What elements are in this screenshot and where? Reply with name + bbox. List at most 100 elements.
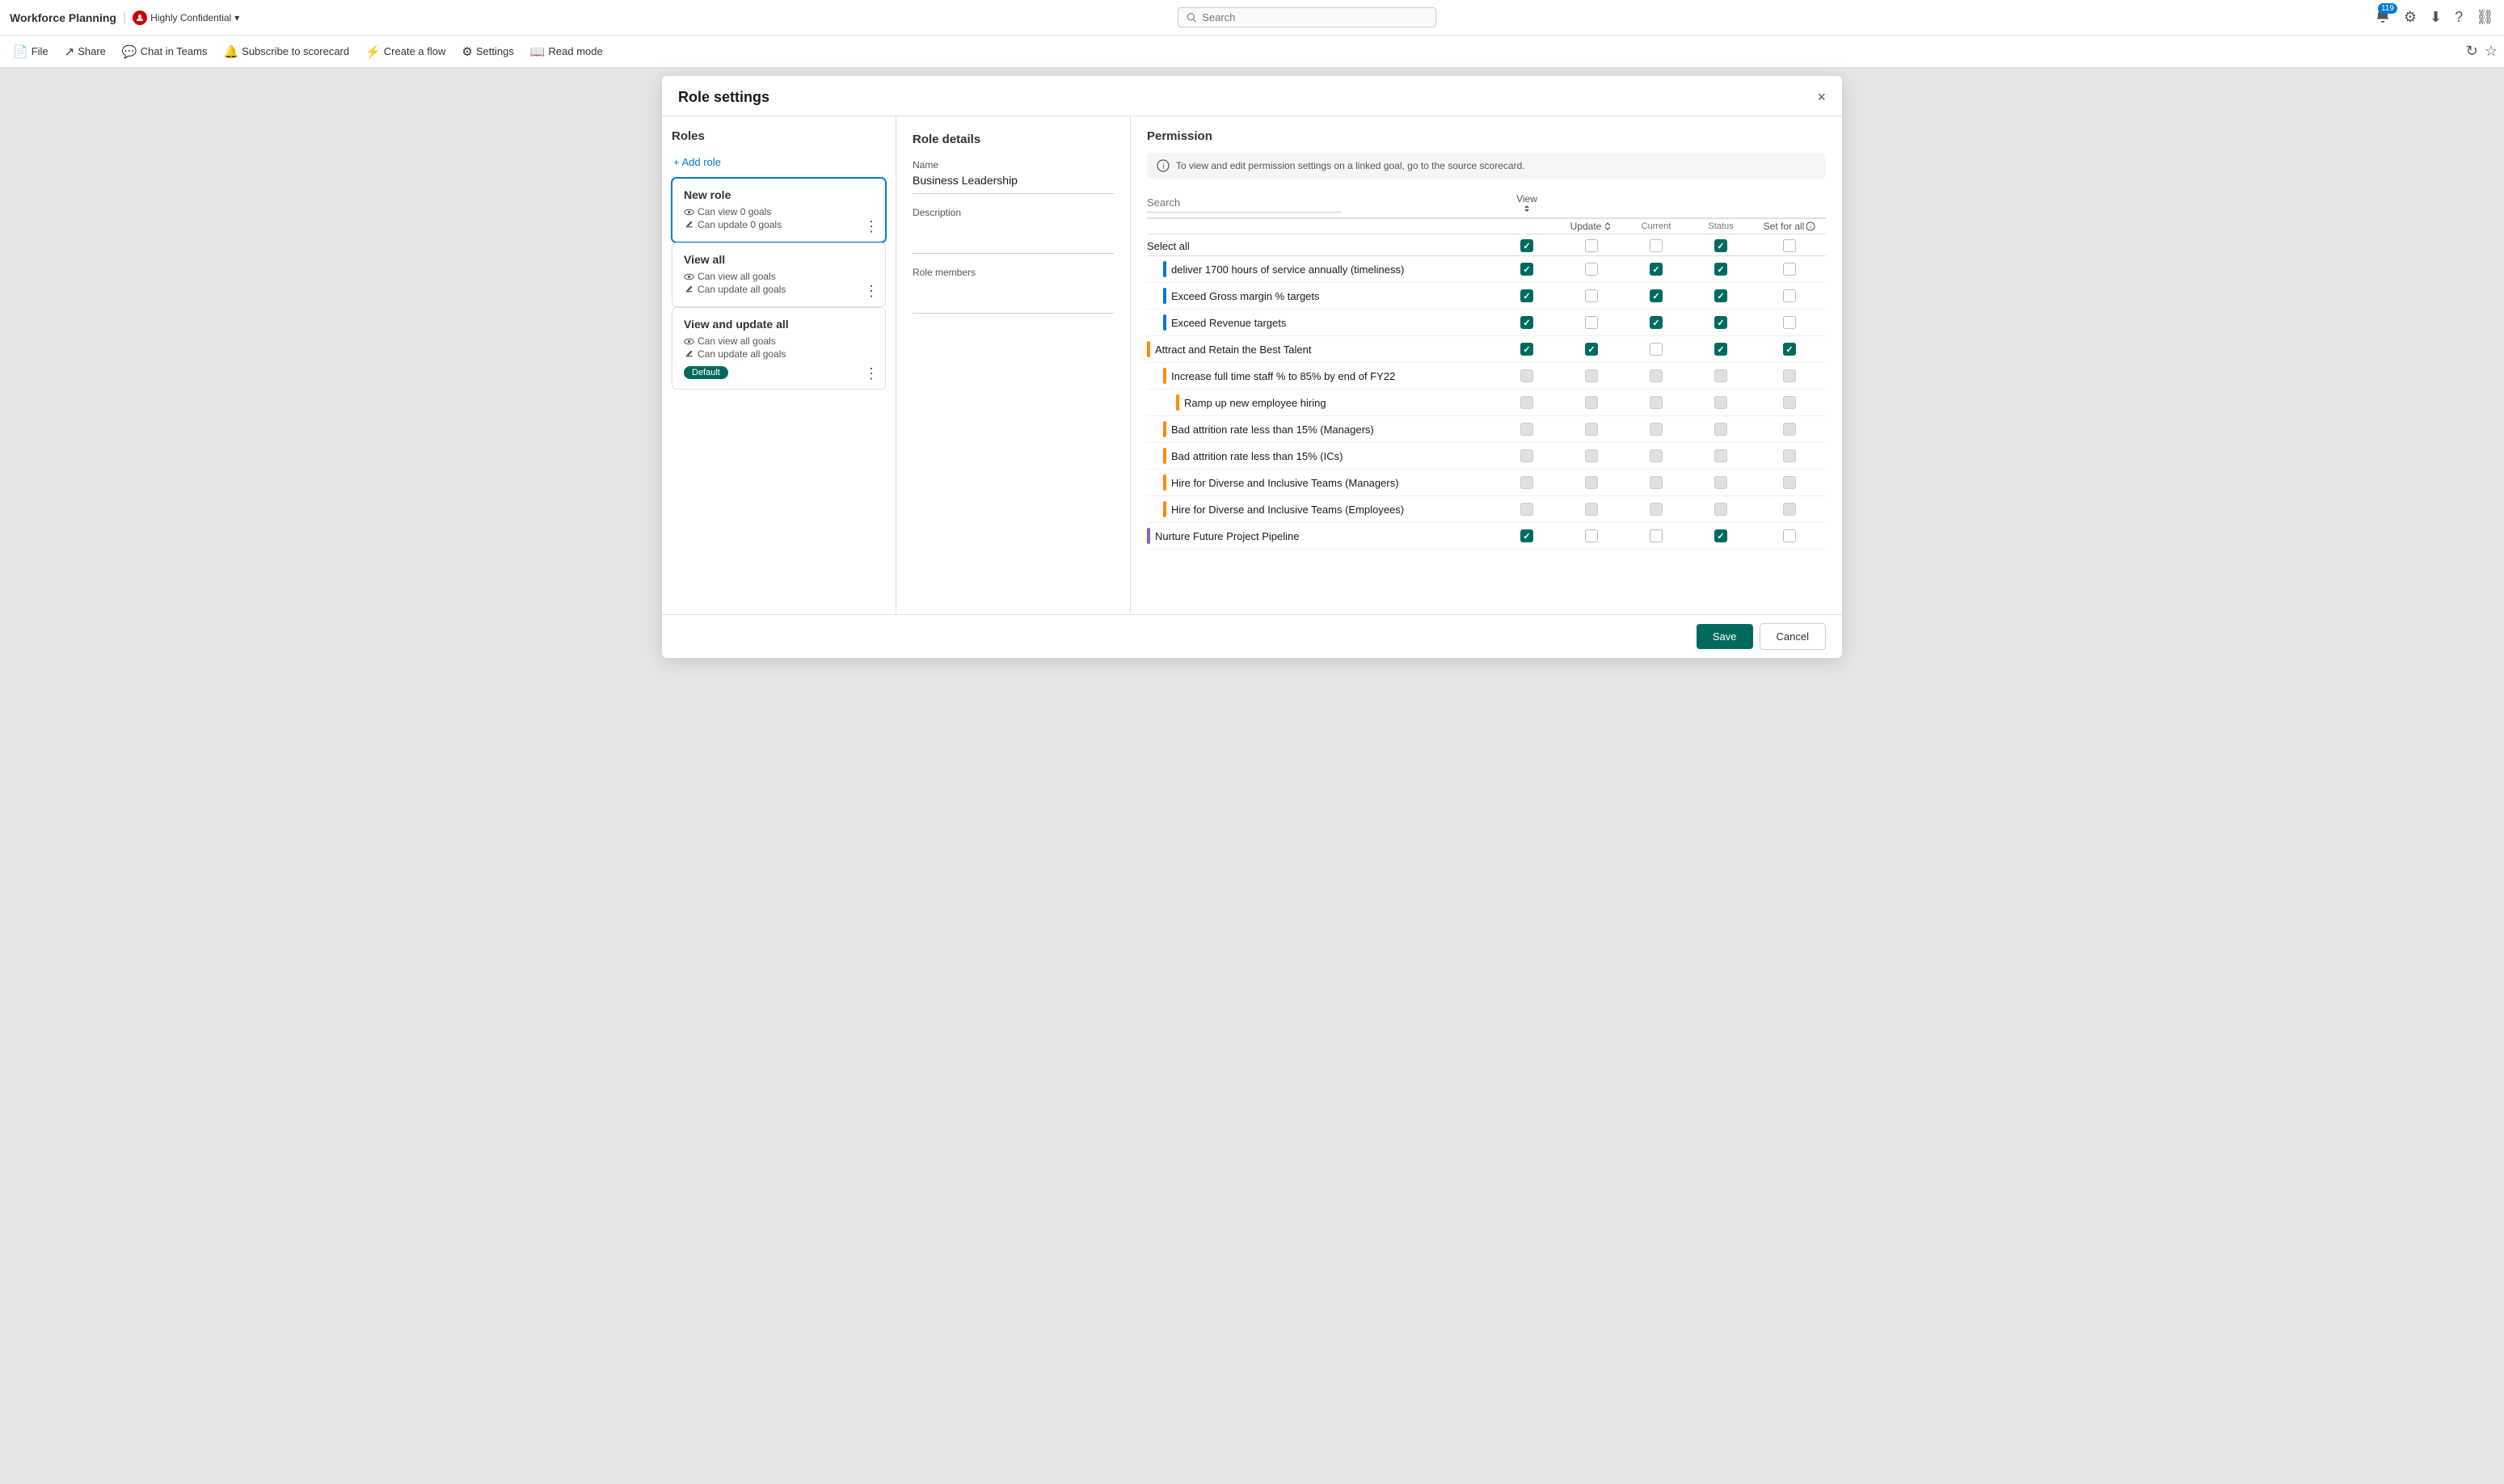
description-value[interactable] [913, 221, 1114, 254]
edit-icon [684, 285, 694, 295]
view-checkbox[interactable] [1520, 263, 1533, 276]
notes-cell[interactable] [1688, 343, 1753, 356]
search-bar[interactable] [1178, 7, 1436, 27]
search-input[interactable] [1202, 11, 1427, 23]
notes-checkbox[interactable] [1714, 289, 1727, 302]
share-network-icon[interactable]: ⛓ [2476, 9, 2494, 26]
cancel-button[interactable]: Cancel [1760, 623, 1826, 650]
file-button[interactable]: 📄 File [6, 41, 55, 62]
select-all-notes-checkbox[interactable] [1714, 239, 1727, 252]
current-checkbox[interactable] [1585, 343, 1598, 356]
save-button[interactable]: Save [1697, 624, 1753, 649]
view-checkbox[interactable] [1520, 343, 1533, 356]
set-all-checkbox[interactable] [1783, 263, 1796, 276]
goal-row: Ramp up new employee hiring [1147, 390, 1826, 416]
notes-cell[interactable] [1688, 316, 1753, 329]
set-all-cell[interactable] [1753, 529, 1826, 542]
role-card-new_role[interactable]: New role Can view 0 goals Can update 0 g… [672, 178, 886, 242]
role-more-button[interactable]: ⋮ [864, 283, 879, 300]
notes-cell[interactable] [1688, 289, 1753, 302]
select-all-view-checkbox[interactable] [1520, 239, 1533, 252]
notes-cell[interactable] [1688, 529, 1753, 542]
chat-in-teams-button[interactable]: 💬 Chat in Teams [116, 41, 214, 62]
status-checkbox[interactable] [1650, 343, 1663, 356]
sensitivity-dropdown-icon[interactable]: ▾ [234, 12, 239, 23]
select-all-status-cell[interactable] [1624, 239, 1688, 252]
view-cell[interactable] [1494, 289, 1559, 302]
current-checkbox[interactable] [1585, 289, 1598, 302]
current-cell[interactable] [1559, 289, 1624, 302]
select-all-notes-cell[interactable] [1688, 239, 1753, 252]
close-button[interactable]: × [1817, 89, 1826, 106]
view-cell[interactable] [1494, 343, 1559, 356]
status-cell[interactable] [1624, 529, 1688, 542]
current-checkbox[interactable] [1585, 263, 1598, 276]
role-name: View all [684, 253, 874, 266]
notes-cell[interactable] [1688, 263, 1753, 276]
current-checkbox[interactable] [1585, 529, 1598, 542]
status-cell[interactable] [1624, 316, 1688, 329]
view-cell[interactable] [1494, 529, 1559, 542]
role-card-view_update_all[interactable]: View and update all Can view all goals C… [672, 307, 886, 390]
view-cell[interactable] [1494, 263, 1559, 276]
set-all-checkbox[interactable] [1783, 529, 1796, 542]
select-all-status-checkbox[interactable] [1650, 239, 1663, 252]
permission-search-input[interactable] [1147, 193, 1341, 213]
read-mode-button[interactable]: 📖 Read mode [524, 41, 609, 62]
current-checkbox[interactable] [1585, 316, 1598, 329]
goal-name: Exceed Gross margin % targets [1147, 288, 1494, 304]
view-cell [1494, 503, 1559, 516]
select-all-current-cell[interactable] [1559, 239, 1624, 252]
help-icon[interactable]: ? [2455, 9, 2463, 26]
refresh-icon[interactable]: ↻ [2466, 43, 2478, 60]
status-cell[interactable] [1624, 289, 1688, 302]
select-all-setall-cell[interactable] [1753, 239, 1826, 252]
permission-subheader: Update Current Status Set for all i [1147, 219, 1826, 234]
name-value[interactable]: Business Leadership [913, 174, 1114, 194]
set-all-checkbox[interactable] [1783, 343, 1796, 356]
role-update-info: Can update 0 goals [684, 219, 874, 230]
share-button[interactable]: ↗ Share [58, 41, 112, 62]
set-all-checkbox[interactable] [1783, 316, 1796, 329]
role-more-button[interactable]: ⋮ [864, 365, 879, 382]
download-icon[interactable]: ⬇ [2430, 9, 2442, 26]
subscribe-button[interactable]: 🔔 Subscribe to scorecard [217, 41, 356, 62]
notes-checkbox[interactable] [1714, 263, 1727, 276]
set-all-checkbox[interactable] [1783, 289, 1796, 302]
current-cell[interactable] [1559, 529, 1624, 542]
settings-button[interactable]: ⚙ Settings [455, 41, 520, 62]
status-checkbox[interactable] [1650, 529, 1663, 542]
add-role-button[interactable]: + Add role [672, 153, 886, 171]
set-all-cell[interactable] [1753, 289, 1826, 302]
notification-button[interactable]: 119 [2375, 8, 2391, 27]
status-cell[interactable] [1624, 343, 1688, 356]
select-all-setall-checkbox[interactable] [1783, 239, 1796, 252]
view-checkbox[interactable] [1520, 529, 1533, 542]
view-checkbox[interactable] [1520, 316, 1533, 329]
status-checkbox[interactable] [1650, 289, 1663, 302]
current-cell[interactable] [1559, 316, 1624, 329]
set-all-cell[interactable] [1753, 263, 1826, 276]
view-checkbox[interactable] [1520, 289, 1533, 302]
select-all-current-checkbox[interactable] [1585, 239, 1598, 252]
set-all-cell[interactable] [1753, 343, 1826, 356]
status-checkbox[interactable] [1650, 263, 1663, 276]
notes-checkbox[interactable] [1714, 316, 1727, 329]
star-icon[interactable]: ☆ [2485, 43, 2498, 60]
set-all-cell[interactable] [1753, 316, 1826, 329]
status-checkbox[interactable] [1650, 316, 1663, 329]
notes-checkbox[interactable] [1714, 529, 1727, 542]
status-cell[interactable] [1624, 263, 1688, 276]
notes-checkbox[interactable] [1714, 343, 1727, 356]
current-cell[interactable] [1559, 343, 1624, 356]
select-all-view-cell[interactable] [1494, 239, 1559, 252]
settings-icon[interactable]: ⚙ [2404, 9, 2417, 26]
current-cell[interactable] [1559, 263, 1624, 276]
members-value[interactable] [913, 281, 1114, 314]
view-cell[interactable] [1494, 316, 1559, 329]
role-more-button[interactable]: ⋮ [864, 218, 879, 235]
role-card-view_all[interactable]: View all Can view all goals Can update a… [672, 242, 886, 307]
divider: | [123, 11, 126, 25]
goal-row: deliver 1700 hours of service annually (… [1147, 256, 1826, 283]
create-flow-button[interactable]: ⚡ Create a flow [359, 41, 452, 62]
